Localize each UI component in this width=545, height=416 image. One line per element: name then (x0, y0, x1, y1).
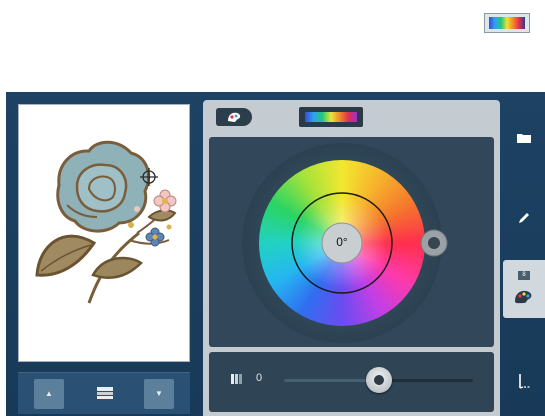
color-strip (489, 17, 525, 29)
layer-stack-icon[interactable] (95, 383, 115, 403)
brightness-slider-area: 0 (209, 352, 494, 412)
sidebar-item-stitch[interactable] (503, 362, 545, 402)
color-badge: 8 (518, 271, 530, 280)
move-down-button[interactable]: ▼ (144, 379, 174, 409)
move-up-button[interactable]: ▲ (34, 379, 64, 409)
color-wheel-tab[interactable] (216, 108, 252, 126)
sidebar-item-folder[interactable] (503, 118, 545, 158)
color-wheel-tab-icon (228, 112, 241, 122)
color-wheel-area: 0° (209, 137, 494, 347)
color-strip-tab-icon (305, 112, 357, 122)
preview-nav-bar: ▲ ▼ (18, 372, 190, 414)
embroidery-rose-design (35, 140, 177, 304)
sidebar-item-color[interactable]: 8 (503, 260, 545, 318)
palette-icon (515, 290, 532, 304)
embroidery-machine-screen: ▲ ▼ 0° 0 8 (6, 92, 545, 416)
pencil-icon (519, 213, 529, 223)
triangle-down-icon: ▼ (155, 389, 163, 398)
color-panel: 0° 0 (203, 100, 500, 416)
color-strip-tab[interactable] (299, 107, 363, 127)
triangle-up-icon: ▲ (45, 389, 53, 398)
brightness-value: 0 (256, 372, 263, 384)
sidebar-item-edit[interactable] (503, 198, 545, 238)
panel-tabs (203, 100, 500, 134)
design-preview[interactable] (18, 104, 190, 362)
brightness-icon (231, 374, 242, 384)
brightness-thumb[interactable] (365, 367, 392, 393)
folder-icon (517, 134, 531, 143)
needle-thread-icon (519, 374, 530, 389)
brightness-fill (284, 379, 379, 382)
color-palette-strip-icon[interactable] (484, 13, 530, 33)
right-sidebar: 8 (503, 100, 545, 416)
angle-label: 0° (336, 235, 348, 249)
